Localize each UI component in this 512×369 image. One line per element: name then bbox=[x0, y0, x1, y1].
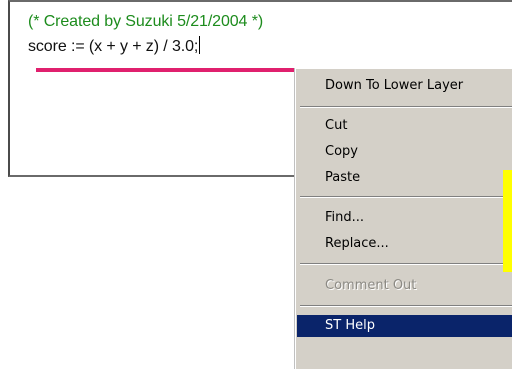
code-comment-line[interactable]: (* Created by Suzuki 5/21/2004 *) bbox=[28, 12, 263, 32]
menu-item-paste[interactable]: Paste bbox=[297, 167, 512, 189]
menu-item-find[interactable]: Find... bbox=[297, 207, 512, 229]
menu-item-comment-out: Comment Out bbox=[325, 278, 417, 293]
menu-item-replace[interactable]: Replace... bbox=[297, 233, 512, 255]
menu-separator bbox=[300, 263, 512, 265]
menu-item-cut[interactable]: Cut bbox=[297, 115, 512, 137]
menu-item-st-help[interactable]: ST Help bbox=[297, 315, 512, 337]
code-statement-line[interactable]: score := (x + y + z) / 3.0; bbox=[28, 36, 201, 57]
code-statement-text: score := (x + y + z) / 3.0; bbox=[28, 38, 199, 55]
text-caret bbox=[199, 36, 201, 54]
yellow-callout-bar bbox=[503, 170, 512, 272]
menu-separator bbox=[300, 106, 512, 108]
menu-item-copy[interactable]: Copy bbox=[297, 141, 512, 163]
menu-item-down-to-lower-layer[interactable]: Down To Lower Layer bbox=[297, 75, 512, 97]
context-menu: Down To Lower Layer Cut Copy Paste Find.… bbox=[295, 68, 512, 369]
menu-separator bbox=[300, 196, 512, 198]
highlight-underline bbox=[36, 68, 308, 72]
menu-separator bbox=[300, 305, 512, 307]
